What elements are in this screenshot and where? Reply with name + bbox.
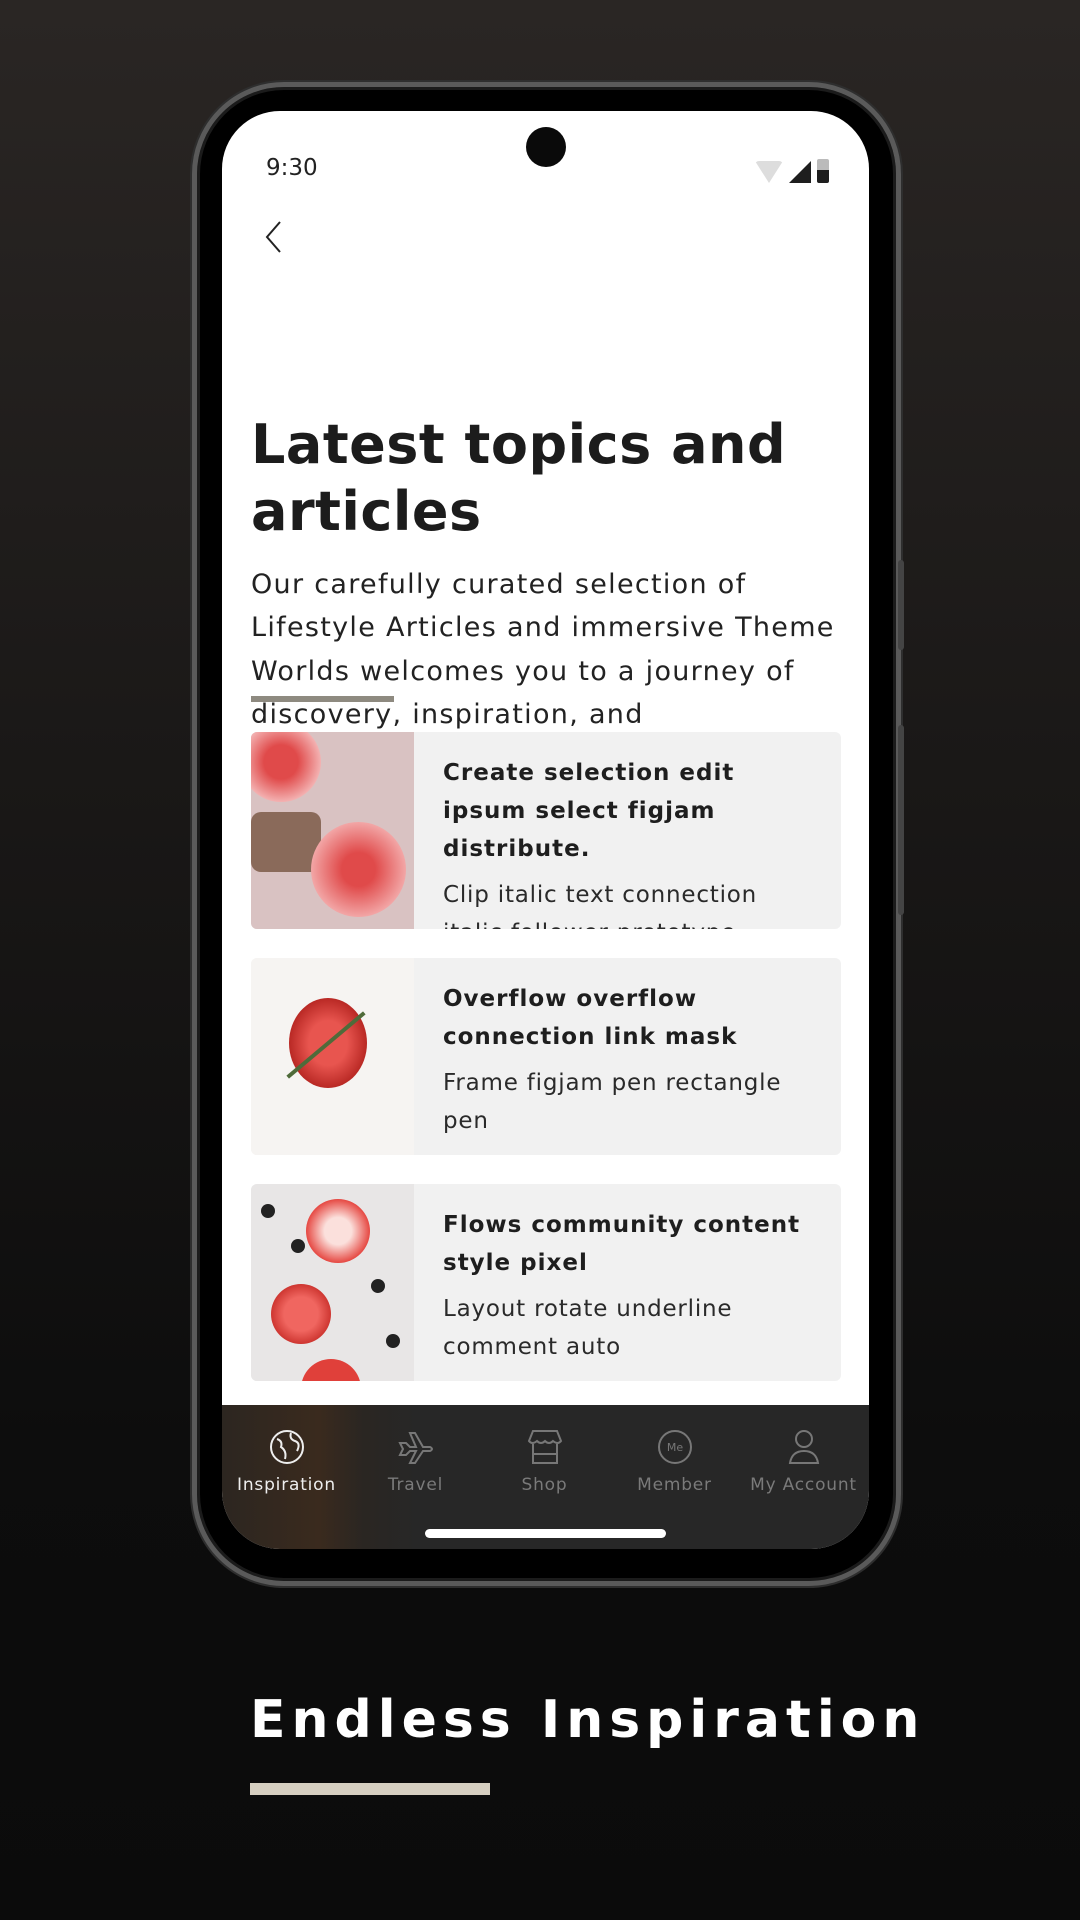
article-image [251, 958, 414, 1155]
bottom-nav: Inspiration Travel Shop Me Member My Acc… [222, 1405, 869, 1549]
nav-item-inspiration[interactable]: Inspiration [222, 1427, 351, 1495]
volume-button [898, 560, 904, 650]
globe-icon [269, 1430, 304, 1464]
status-time: 9:30 [266, 155, 318, 181]
tagline: Endless Inspiration [250, 1690, 926, 1750]
battery-icon [817, 159, 829, 183]
user-icon [788, 1430, 819, 1464]
article-title: Overflow overflow connection link mask [443, 986, 738, 1050]
article-description: Frame figjam pen rectangle pen [443, 1070, 782, 1134]
nav-item-member[interactable]: Me Member [610, 1427, 739, 1495]
member-icon: Me [657, 1430, 692, 1464]
shop-icon [527, 1430, 562, 1464]
wifi-icon [755, 161, 783, 183]
signal-icon [789, 161, 811, 183]
front-camera [526, 127, 566, 167]
airplane-icon [397, 1432, 433, 1464]
article-description: Clip italic text connection italic follo… [443, 882, 758, 929]
nav-item-travel[interactable]: Travel [351, 1427, 480, 1495]
article-title: Create selection edit ipsum select figja… [443, 760, 735, 862]
title-divider [251, 696, 394, 702]
chevron-left-icon[interactable] [262, 219, 286, 255]
page-title: Latest topics and articles [251, 413, 787, 543]
article-description: Layout rotate underline comment auto [443, 1296, 733, 1360]
article-image [251, 732, 414, 929]
nav-label: Inspiration [237, 1475, 336, 1495]
status-icons [755, 159, 829, 183]
article-card[interactable]: Flows community content style pixel Layo… [251, 1184, 841, 1381]
power-button [898, 725, 904, 915]
tagline-underline [250, 1783, 490, 1795]
svg-text:Me: Me [666, 1441, 682, 1454]
nav-label: Member [637, 1475, 712, 1495]
article-image [251, 1184, 414, 1381]
article-title: Flows community content style pixel [443, 1212, 801, 1276]
nav-item-shop[interactable]: Shop [480, 1427, 609, 1495]
home-indicator[interactable] [425, 1529, 666, 1538]
nav-label: My Account [750, 1475, 857, 1495]
nav-label: Shop [521, 1475, 568, 1495]
nav-item-my-account[interactable]: My Account [739, 1427, 868, 1495]
nav-label: Travel [387, 1475, 444, 1495]
article-card[interactable]: Create selection edit ipsum select figja… [251, 732, 841, 929]
app-screen: 9:30 Latest topics and articles Our care… [222, 111, 869, 1549]
article-card[interactable]: Overflow overflow connection link mask F… [251, 958, 841, 1155]
